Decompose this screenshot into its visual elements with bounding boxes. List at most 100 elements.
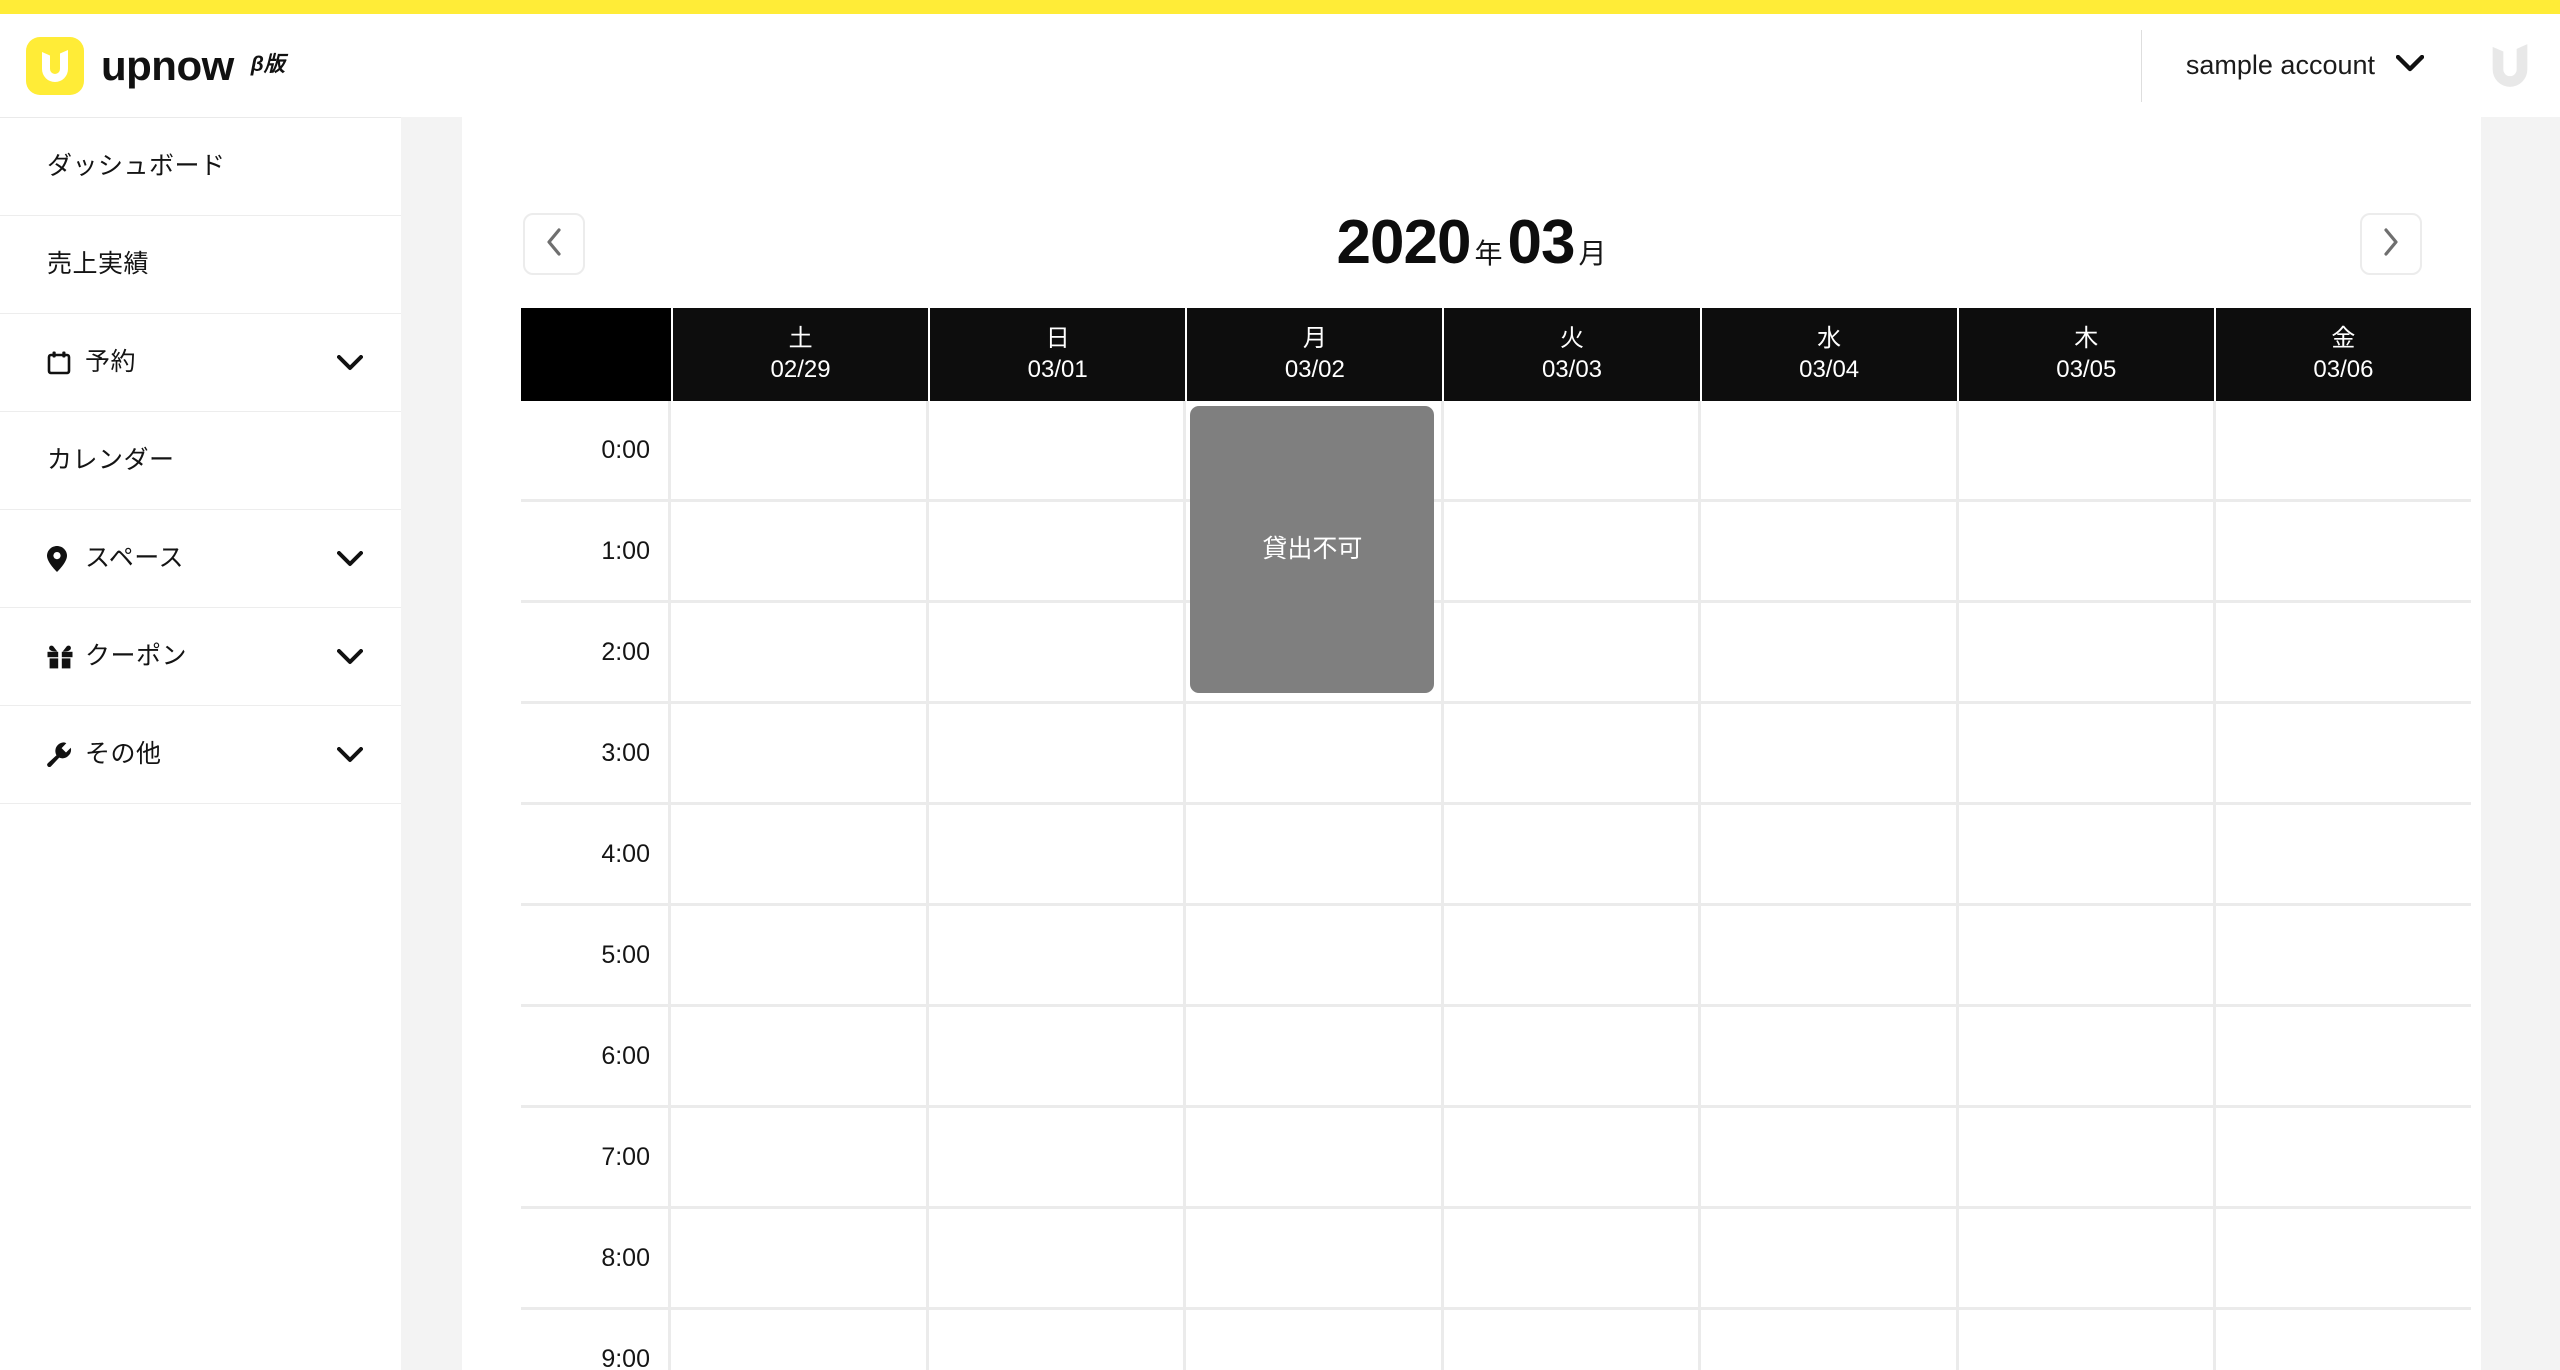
slot-cell-d3-r9[interactable] <box>1443 1310 1702 1370</box>
slot-cell-d3-r0[interactable] <box>1443 401 1702 502</box>
slot-cell-d5-r0[interactable] <box>1958 401 2217 502</box>
sidebar-item-other[interactable]: その他 <box>0 706 401 804</box>
slot-cell-d6-r2[interactable] <box>2216 603 2471 704</box>
slot-cell-d3-r6[interactable] <box>1443 1007 1702 1108</box>
next-week-button[interactable] <box>2360 213 2422 275</box>
slot-cell-d5-r2[interactable] <box>1958 603 2217 704</box>
slot-cell-d6-r3[interactable] <box>2216 704 2471 805</box>
slot-cell-d6-r9[interactable] <box>2216 1310 2471 1370</box>
slot-cell-d1-r1[interactable] <box>928 502 1187 603</box>
slot-cell-d6-r8[interactable] <box>2216 1209 2471 1310</box>
slot-cell-d3-r1[interactable] <box>1443 502 1702 603</box>
slot-cell-d0-r5[interactable] <box>671 906 929 1007</box>
slot-cell-d0-r1[interactable] <box>671 502 929 603</box>
slot-cell-d4-r2[interactable] <box>1701 603 1959 704</box>
day-header-6[interactable]: 金 03/06 <box>2213 308 2471 401</box>
slot-cell-d4-r5[interactable] <box>1701 906 1959 1007</box>
slot-cell-d1-r9[interactable] <box>928 1310 1187 1370</box>
slot-cell-d6-r6[interactable] <box>2216 1007 2471 1108</box>
time-label: 4:00 <box>601 839 650 868</box>
slot-cell-d0-r6[interactable] <box>671 1007 929 1108</box>
slot-cell-d2-r8[interactable] <box>1186 1209 1444 1310</box>
slot-cell-d1-r0[interactable] <box>928 401 1187 502</box>
slot-cell-d4-r9[interactable] <box>1701 1310 1959 1370</box>
day-date-label: 03/06 <box>2313 356 2374 383</box>
sidebar-item-label: ダッシュボード <box>47 152 226 180</box>
sidebar-item-coupon[interactable]: クーポン <box>0 608 401 706</box>
time-cell: 2:00 <box>521 603 671 704</box>
slot-cell-d4-r1[interactable] <box>1701 502 1959 603</box>
slot-cell-d2-r4[interactable] <box>1186 805 1444 906</box>
day-header-4[interactable]: 水 03/04 <box>1699 308 1957 401</box>
slot-cell-d3-r5[interactable] <box>1443 906 1702 1007</box>
slot-cell-d5-r5[interactable] <box>1958 906 2217 1007</box>
slot-cell-d6-r4[interactable] <box>2216 805 2471 906</box>
chevron-down-icon[interactable] <box>337 648 363 665</box>
slot-cell-d3-r3[interactable] <box>1443 704 1702 805</box>
gift-icon <box>47 645 75 669</box>
slot-cell-d4-r7[interactable] <box>1701 1108 1959 1209</box>
slot-cell-d5-r4[interactable] <box>1958 805 2217 906</box>
slot-cell-d2-r7[interactable] <box>1186 1108 1444 1209</box>
sidebar-item-calendar[interactable]: カレンダー <box>0 412 401 510</box>
slot-cell-d4-r4[interactable] <box>1701 805 1959 906</box>
slot-cell-d1-r5[interactable] <box>928 906 1187 1007</box>
brand-logo[interactable]: upnow β版 <box>0 36 285 95</box>
slot-cell-d6-r1[interactable] <box>2216 502 2471 603</box>
slot-cell-d2-r3[interactable] <box>1186 704 1444 805</box>
slot-cell-d5-r8[interactable] <box>1958 1209 2217 1310</box>
brand-beta-tag: β版 <box>250 53 285 76</box>
slot-cell-d0-r8[interactable] <box>671 1209 929 1310</box>
slot-cell-d4-r6[interactable] <box>1701 1007 1959 1108</box>
slot-cell-d0-r7[interactable] <box>671 1108 929 1209</box>
slot-cell-d0-r3[interactable] <box>671 704 929 805</box>
slot-cell-d1-r4[interactable] <box>928 805 1187 906</box>
slot-cell-d3-r2[interactable] <box>1443 603 1702 704</box>
day-header-0[interactable]: 土 02/29 <box>671 308 929 401</box>
slot-cell-d0-r2[interactable] <box>671 603 929 704</box>
sidebar-item-dashboard[interactable]: ダッシュボード <box>0 118 401 216</box>
slot-cell-d0-r9[interactable] <box>671 1310 929 1370</box>
slot-cell-d1-r6[interactable] <box>928 1007 1187 1108</box>
event-block[interactable]: 貸出不可 <box>1190 406 1435 693</box>
day-date-label: 03/05 <box>2056 356 2117 383</box>
slot-cell-d4-r8[interactable] <box>1701 1209 1959 1310</box>
day-header-5[interactable]: 木 03/05 <box>1956 308 2214 401</box>
slot-cell-d2-r5[interactable] <box>1186 906 1444 1007</box>
slot-cell-d5-r9[interactable] <box>1958 1310 2217 1370</box>
slot-cell-d1-r3[interactable] <box>928 704 1187 805</box>
sidebar-item-space[interactable]: スペース <box>0 510 401 608</box>
slot-cell-d5-r3[interactable] <box>1958 704 2217 805</box>
slot-cell-d4-r0[interactable] <box>1701 401 1959 502</box>
time-cell: 6:00 <box>521 1007 671 1108</box>
slot-cell-d1-r8[interactable] <box>928 1209 1187 1310</box>
avatar[interactable] <box>2484 40 2536 92</box>
slot-cell-d3-r7[interactable] <box>1443 1108 1702 1209</box>
slot-cell-d5-r6[interactable] <box>1958 1007 2217 1108</box>
slot-cell-d2-r9[interactable] <box>1186 1310 1444 1370</box>
slot-cell-d3-r8[interactable] <box>1443 1209 1702 1310</box>
sidebar-item-sales[interactable]: 売上実績 <box>0 216 401 314</box>
slot-cell-d6-r5[interactable] <box>2216 906 2471 1007</box>
slot-cell-d0-r0[interactable] <box>671 401 929 502</box>
map-pin-icon <box>47 545 75 572</box>
day-header-1[interactable]: 日 03/01 <box>928 308 1186 401</box>
slot-cell-d4-r3[interactable] <box>1701 704 1959 805</box>
slot-cell-d1-r2[interactable] <box>928 603 1187 704</box>
chevron-down-icon[interactable] <box>337 746 363 763</box>
day-header-3[interactable]: 火 03/03 <box>1442 308 1700 401</box>
account-menu[interactable]: sample account <box>2186 52 2425 79</box>
day-header-2[interactable]: 月 03/02 <box>1185 308 1443 401</box>
slot-cell-d1-r7[interactable] <box>928 1108 1187 1209</box>
slot-cell-d0-r4[interactable] <box>671 805 929 906</box>
slot-cell-d6-r7[interactable] <box>2216 1108 2471 1209</box>
slot-cell-d2-r6[interactable] <box>1186 1007 1444 1108</box>
sidebar-item-reservation[interactable]: 予約 <box>0 314 401 412</box>
slot-cell-d6-r0[interactable] <box>2216 401 2471 502</box>
slot-cell-d5-r7[interactable] <box>1958 1108 2217 1209</box>
chevron-down-icon[interactable] <box>337 550 363 567</box>
slot-cell-d5-r1[interactable] <box>1958 502 2217 603</box>
calendar-header-row: 土 02/29 日 03/01 月 03/02 火 03/03 水 03/04 … <box>521 308 2471 401</box>
chevron-down-icon[interactable] <box>337 354 363 371</box>
slot-cell-d3-r4[interactable] <box>1443 805 1702 906</box>
